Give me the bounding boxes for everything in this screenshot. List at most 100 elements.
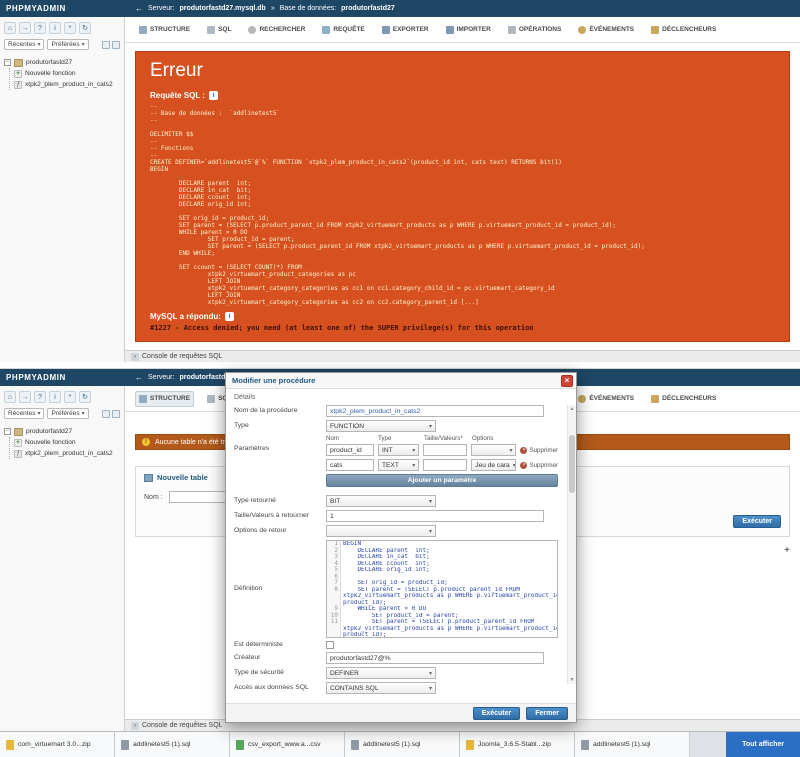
download-item[interactable]: com_virtuemart 3.0...zip: [0, 732, 115, 757]
expand-plus-icon[interactable]: +: [784, 545, 790, 556]
routine-name-row: Nom de la procédure: [234, 405, 560, 417]
query-icon: [322, 26, 330, 34]
security-type-select[interactable]: DEFINER ▾: [326, 667, 436, 679]
tab[interactable]: ÉVÉNEMENTS: [574, 22, 638, 38]
tab[interactable]: IMPORTER: [442, 22, 495, 38]
scroll-up-icon[interactable]: ▲: [568, 405, 576, 413]
database-icon: [14, 428, 23, 436]
param-type-select[interactable]: INT▾: [378, 444, 419, 456]
tab[interactable]: STRUCTURE: [135, 22, 194, 38]
home-icon[interactable]: ⌂: [4, 22, 16, 34]
nav-filter-dropdown[interactable]: Préférées▾: [47, 408, 88, 419]
info-icon[interactable]: i: [209, 91, 218, 100]
return-length-input[interactable]: [326, 510, 544, 522]
download-item[interactable]: addlinetest5 (1).sql: [575, 732, 690, 757]
panel-dock-icon[interactable]: [112, 410, 120, 418]
param-options-select[interactable]: Jeu de cara▾: [471, 459, 516, 471]
return-options-label: Options de retour: [234, 527, 326, 535]
warning-icon: [142, 438, 150, 446]
tab[interactable]: DÉCLENCHEURS: [647, 22, 720, 38]
logout-icon[interactable]: →: [19, 391, 31, 403]
sql-console-bar[interactable]: Console de requêtes SQL: [125, 350, 800, 362]
breadcrumb-server-link[interactable]: produtorfastd27.mysql.db: [179, 5, 265, 12]
parameter-column-header: Taille/Valeurs*: [424, 435, 472, 442]
info-icon[interactable]: i: [225, 312, 234, 321]
docs-icon[interactable]: ?: [34, 22, 46, 34]
settings-icon[interactable]: *: [64, 22, 76, 34]
tab[interactable]: ÉVÉNEMENTS: [574, 391, 638, 407]
param-type-select[interactable]: TEXT▾: [378, 459, 419, 471]
sidebar-item-new-function[interactable]: Nouvelle fonction: [14, 437, 122, 448]
sidebar-item-database[interactable]: − produtorfastd27: [4, 57, 122, 68]
sidebar-item-routine[interactable]: xtpk2_plem_product_in_cats2: [14, 79, 122, 90]
routine-name-label: Nom de la procédure: [234, 407, 326, 415]
collapse-icon[interactable]: −: [4, 428, 11, 435]
deterministic-checkbox[interactable]: [326, 641, 334, 649]
nav-filter-dropdown[interactable]: Récentes▾: [4, 408, 44, 419]
panel-dock-icon[interactable]: [112, 41, 120, 49]
sql-access-select[interactable]: CONTAINS SQL ▾: [326, 682, 436, 694]
app-logo[interactable]: PHPMYADMIN: [0, 373, 125, 382]
close-icon[interactable]: ×: [561, 375, 573, 387]
remove-parameter-link[interactable]: Supprimer: [520, 447, 558, 454]
dialog-title-bar[interactable]: Modifier une procédure ×: [226, 373, 576, 389]
tab[interactable]: STRUCTURE: [135, 391, 194, 407]
tab[interactable]: REQUÊTE: [318, 22, 368, 38]
remove-parameter-link[interactable]: Supprimer: [520, 462, 558, 469]
panel-collapse-icon[interactable]: [102, 41, 110, 49]
info-icon[interactable]: i: [49, 22, 61, 34]
execute-button[interactable]: Exécuter: [733, 515, 781, 528]
nav-filter-dropdown[interactable]: Préférées▾: [47, 39, 88, 50]
scrollbar-thumb[interactable]: [569, 435, 575, 493]
sidebar-item-routine[interactable]: xtpk2_plem_product_in_cats2: [14, 448, 122, 459]
return-type-select[interactable]: BIT ▾: [326, 495, 436, 507]
download-item[interactable]: Joomla_3.6.5-Stabl...zip: [460, 732, 575, 757]
back-arrow-icon[interactable]: ←: [135, 4, 143, 13]
routine-name-input[interactable]: [326, 405, 544, 417]
nav-tree: − produtorfastd27 Nouvelle fonction xtpk…: [0, 423, 124, 459]
tab[interactable]: DÉCLENCHEURS: [647, 391, 720, 407]
nav-filters: Récentes▾Préférées▾: [0, 406, 124, 423]
breadcrumb-server-label: Serveur:: [148, 5, 174, 12]
back-arrow-icon[interactable]: ←: [135, 373, 143, 382]
param-size-input[interactable]: [423, 459, 467, 471]
chevron-down-icon: ▾: [412, 447, 415, 454]
routine-type-select[interactable]: FUNCTION ▾: [326, 420, 436, 432]
info-icon[interactable]: i: [49, 391, 61, 403]
param-name-input[interactable]: [326, 459, 374, 471]
app-logo[interactable]: PHPMYADMIN: [0, 4, 125, 13]
execute-button[interactable]: Exécuter: [473, 707, 521, 720]
tab[interactable]: OPÉRATIONS: [504, 22, 566, 38]
refresh-icon[interactable]: ↻: [79, 391, 91, 403]
security-type-label: Type de sécurité: [234, 669, 326, 677]
breadcrumb-db-link[interactable]: produtorfastd27: [341, 5, 395, 12]
dialog-scrollbar[interactable]: ▲ ▼: [567, 405, 576, 684]
nav-filter-dropdown[interactable]: Récentes▾: [4, 39, 44, 50]
logout-icon[interactable]: →: [19, 22, 31, 34]
settings-icon[interactable]: *: [64, 391, 76, 403]
download-item[interactable]: addlinetest5 (1).sql: [115, 732, 230, 757]
sidebar-item-new-function[interactable]: Nouvelle fonction: [14, 68, 122, 79]
tab[interactable]: RECHERCHER: [244, 22, 309, 38]
close-button[interactable]: Fermer: [526, 707, 568, 720]
add-parameter-button[interactable]: Ajouter un paramètre: [326, 474, 558, 487]
tab[interactable]: EXPORTER: [378, 22, 433, 38]
download-item[interactable]: addlinetest5 (1).sql: [345, 732, 460, 757]
sidebar-item-database[interactable]: − produtorfastd27: [4, 426, 122, 437]
panel-collapse-icon[interactable]: [102, 410, 110, 418]
app-header: PHPMYADMIN ← Serveur: produtorfastd27.my…: [0, 0, 800, 17]
refresh-icon[interactable]: ↻: [79, 22, 91, 34]
param-size-input[interactable]: [423, 444, 467, 456]
scroll-down-icon[interactable]: ▼: [568, 676, 576, 684]
definition-editor[interactable]: 1 BEGIN 2 DECLARE parent int; 3: [326, 540, 558, 638]
return-options-select[interactable]: ▾: [326, 525, 436, 537]
param-name-input[interactable]: [326, 444, 374, 456]
param-options-select[interactable]: ▾: [471, 444, 516, 456]
download-item[interactable]: csv_export_www.a...csv: [230, 732, 345, 757]
docs-icon[interactable]: ?: [34, 391, 46, 403]
collapse-icon[interactable]: −: [4, 59, 11, 66]
show-all-downloads-button[interactable]: Tout afficher: [726, 732, 800, 757]
home-icon[interactable]: ⌂: [4, 391, 16, 403]
definer-input[interactable]: [326, 652, 544, 664]
tab[interactable]: SQL: [203, 22, 235, 38]
